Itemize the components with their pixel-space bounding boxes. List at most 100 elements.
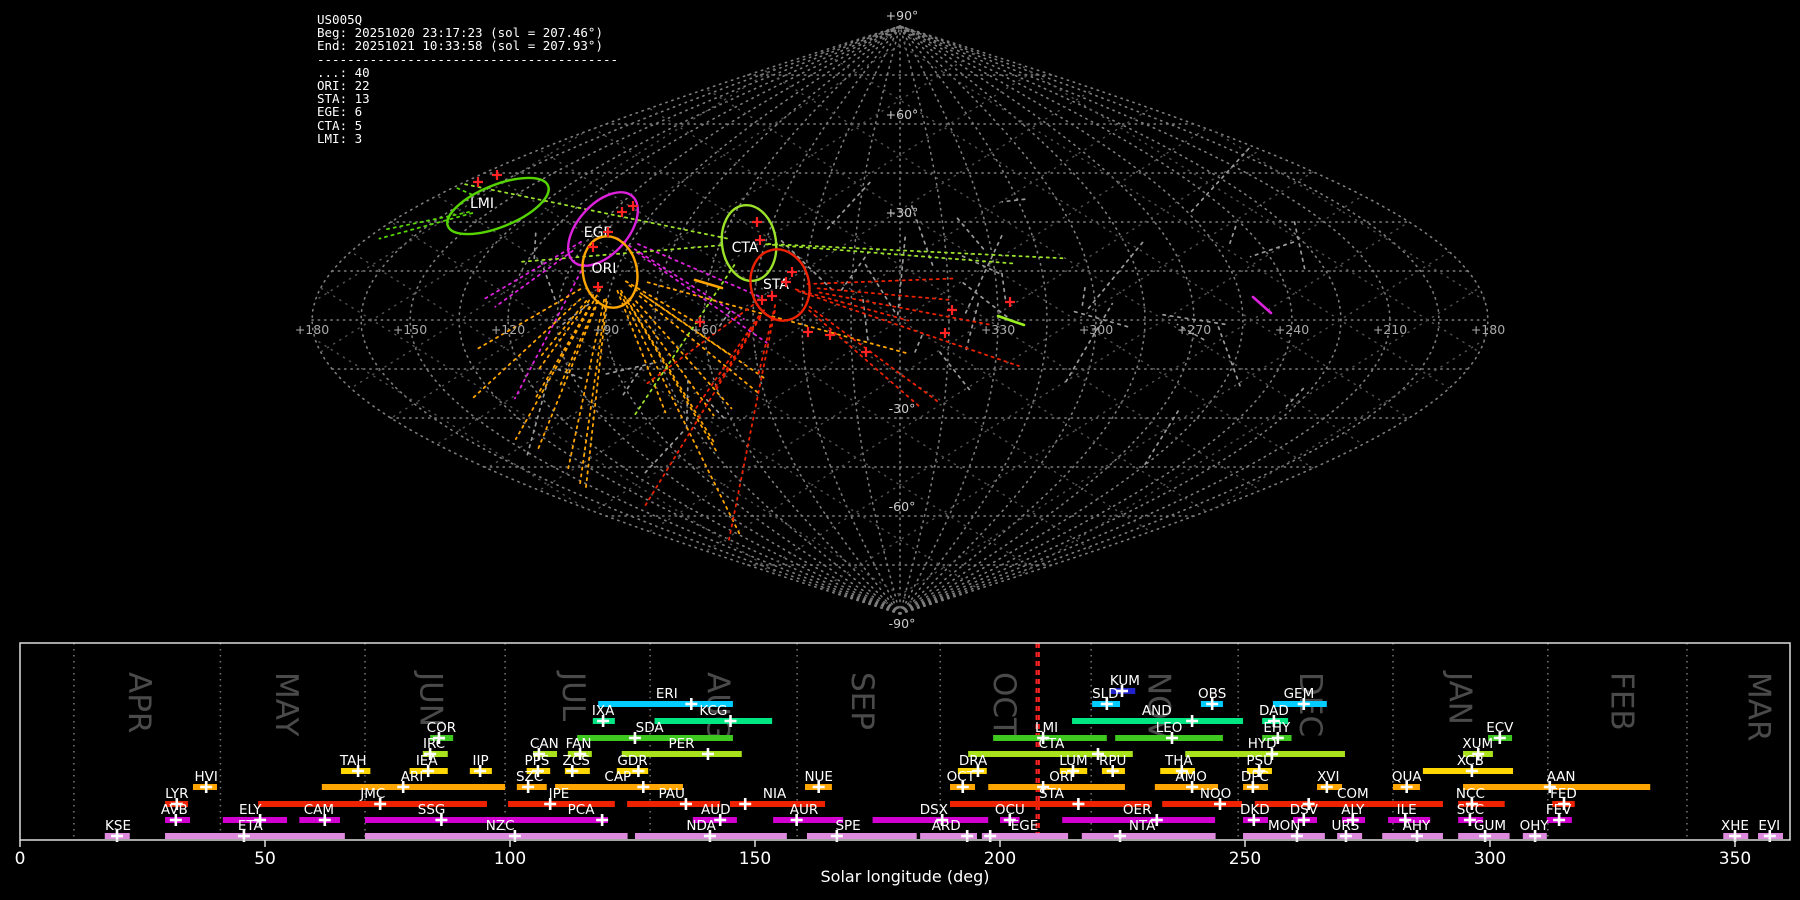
shower-label-SPE: SPE — [835, 818, 860, 834]
shower-label-CAM: CAM — [304, 802, 334, 818]
month-label-may: MAY — [268, 672, 304, 737]
count-ege: EGE: 6 — [317, 104, 363, 120]
ra-label: +60 — [691, 322, 717, 337]
dec-label: +30° — [886, 205, 919, 220]
dec-label: +60° — [886, 107, 919, 122]
shower-bar-URS: URS — [1332, 818, 1363, 842]
shower-bar-AVB: AVB — [161, 802, 191, 826]
dec-label: -60° — [889, 499, 916, 514]
shower-label-GDR: GDR — [617, 753, 647, 769]
shower-bar-EGE: EGE — [981, 818, 1069, 842]
shower-label-XCB: XCB — [1457, 753, 1484, 769]
ra-label: +210 — [1373, 322, 1407, 337]
shower-label-COM: COM — [1337, 786, 1369, 802]
shower-bar-CAM: CAM — [299, 802, 340, 826]
shower-label-PCA: PCA — [568, 802, 596, 818]
shower-label-CAP: CAP — [604, 769, 631, 785]
shower-label-ZCS: ZCS — [563, 753, 590, 769]
radiant-label-LMI: LMI — [470, 196, 494, 212]
shower-trails-CTA — [353, 160, 1067, 418]
meteor-station-report: US005Q Beg: 20251020 23:17:23 (sol = 207.… — [0, 0, 1800, 900]
shower-label-TAH: TAH — [339, 753, 367, 769]
shower-label-OER: OER — [1123, 802, 1152, 818]
shower-label-PER: PER — [668, 736, 694, 752]
shower-bar-EVI: EVI — [1758, 818, 1784, 842]
dec-label: +90° — [886, 8, 919, 23]
ra-label: +240 — [1275, 322, 1309, 337]
shower-label-PAU: PAU — [658, 786, 684, 802]
shower-bar-DKD: DKD — [1240, 802, 1270, 826]
meteor-streak — [693, 278, 724, 290]
radiant-label-CTA: CTA — [732, 240, 759, 256]
axis-tick-label: 350 — [1719, 849, 1751, 869]
shower-label-ARD: ARD — [932, 818, 961, 834]
shower-bar-HVI: HVI — [192, 769, 218, 793]
ra-label: +300 — [1079, 322, 1113, 337]
end-time: End: 20251021 10:33:58 (sol = 207.93°) — [317, 38, 603, 54]
shower-bar-OHY: OHY — [1520, 818, 1549, 842]
shower-label-SLD: SLD — [1092, 686, 1119, 702]
shower-label-KCG: KCG — [699, 703, 727, 719]
axis-tick-label: 150 — [739, 849, 771, 869]
shower-label-LEO: LEO — [1156, 720, 1183, 736]
shower-label-NOO: NOO — [1200, 786, 1231, 802]
shower-label-AUR: AUR — [790, 802, 819, 818]
shower-label-SZC: SZC — [516, 769, 543, 785]
shower-label-SDA: SDA — [636, 720, 665, 736]
shower-bar-TAH: TAH — [339, 753, 371, 777]
shower-label-ORI: ORI — [1049, 769, 1073, 785]
shower-bar-NDA: NDA — [634, 818, 787, 842]
shower-bar-XHE: XHE — [1721, 818, 1749, 842]
shower-label-LMI: LMI — [1035, 720, 1058, 736]
shower-label-AND: AND — [1142, 703, 1172, 719]
shower-bar-FEV: FEV — [1546, 802, 1572, 826]
ra-label: +90 — [593, 322, 619, 337]
shower-label-DPC: DPC — [1241, 769, 1269, 785]
sky-map: LMIEGEORICTASTA+180 +150 +120 +90 +60 +330 +30… — [295, 8, 1505, 631]
shower-label-FAN: FAN — [566, 736, 592, 752]
month-label-oct: OCT — [986, 672, 1022, 738]
axis-tick-label: 200 — [984, 849, 1016, 869]
shower-label-DSX: DSX — [920, 802, 948, 818]
axis-tick-label: 100 — [494, 849, 526, 869]
shower-label-STA: STA — [1039, 786, 1065, 802]
month-label-sep: SEP — [844, 672, 880, 730]
count-sta: STA: 13 — [317, 91, 370, 107]
shower-bar-SZC: SZC — [516, 769, 547, 793]
month-label-mar: MAR — [1741, 672, 1777, 742]
shower-label-IPE: IPE — [549, 786, 570, 802]
radiant-map-and-activity-chart: LMI EGE ORI CTA STA +180 +150 +120 +90 +60 +330 +30… — [15, 8, 1791, 886]
ra-label: +120 — [491, 322, 525, 337]
separator: ---------------------------------------- — [317, 51, 619, 67]
month-label-jun: JUN — [413, 670, 449, 727]
shower-bar-IIP: IIP — [469, 753, 492, 777]
axis-tick-label: 50 — [254, 849, 276, 869]
month-label-feb: FEB — [1603, 672, 1639, 731]
shower-label-XVI: XVI — [1317, 769, 1339, 785]
dec-label: -30° — [889, 401, 916, 416]
shower-bar-XCB: XCB — [1422, 753, 1514, 777]
shower-label-AUD: AUD — [701, 802, 731, 818]
shower-label-NTA: NTA — [1129, 818, 1156, 834]
ra-label: +180 — [295, 322, 329, 337]
shower-label-CTA: CTA — [1039, 736, 1066, 752]
sporadic-trails — [525, 146, 1307, 477]
shower-label-AVB: AVB — [161, 802, 188, 818]
shower-trails-LMI — [373, 150, 474, 240]
shower-bar-NUE: NUE — [804, 769, 833, 793]
dec-label: -90° — [889, 616, 916, 631]
shower-label-NCC: NCC — [1456, 786, 1485, 802]
axis-tick-label: 300 — [1474, 849, 1506, 869]
activity-timeline: APRMAYJUNJULAUGSEPOCTNOVDECJANFEBMARKUME… — [15, 642, 1791, 886]
shower-label-OCT: OCT — [947, 769, 976, 785]
shower-bar-SLD: SLD — [1092, 686, 1121, 710]
axis-tick-label: 0 — [15, 849, 26, 869]
shower-bar-RPU: RPU — [1099, 753, 1126, 777]
shower-label-COR: COR — [427, 720, 456, 736]
radiant-label-ORI: ORI — [592, 261, 617, 277]
shower-label-DRA: DRA — [959, 753, 988, 769]
shower-label-ERI: ERI — [656, 686, 678, 702]
meteor-streak — [1251, 295, 1273, 315]
shower-label-EGE: EGE — [1011, 818, 1039, 834]
shower-bar-ZCS: ZCS — [563, 753, 590, 777]
